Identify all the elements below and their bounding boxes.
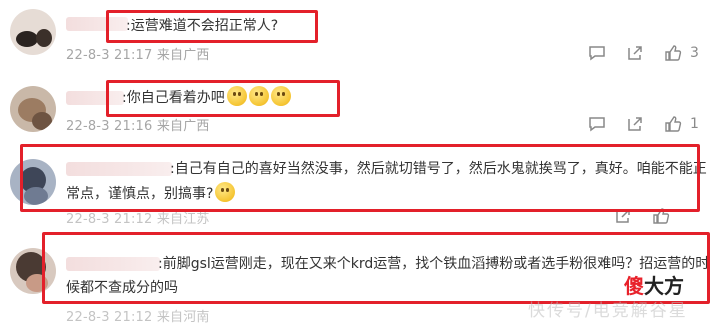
comment-1: :运营难道不会招正常人? 22-8-3 21:17 来自广西 3 (0, 0, 714, 72)
comment-2: :你自己看着办吧 22-8-3 21:16 来自广西 1 (0, 72, 714, 142)
comment-text-content: :你自己看着办吧 (122, 90, 225, 106)
username[interactable] (66, 91, 124, 105)
comment-text: :你自己看着办吧 (122, 86, 291, 110)
comment-date: 22-8-3 21:16 (66, 119, 153, 134)
smile-emoji-icon (226, 86, 247, 106)
avatar[interactable] (10, 248, 56, 294)
comment-actions: 3 (572, 43, 700, 63)
share-icon[interactable] (622, 43, 648, 63)
username[interactable] (66, 17, 128, 31)
chat-icon[interactable] (584, 114, 610, 134)
logo-part-2: 大方 (644, 274, 684, 298)
shy-emoji-icon (215, 182, 236, 202)
comment-text-content: 常点，谨慎点，别搞事? (66, 186, 214, 202)
comment-meta: 22-8-3 21:12 来自河南 (66, 306, 210, 324)
comment-3: :自己有自己的喜好当然没事，然后就切错号了，然后水鬼就挨骂了，真好。咱能不能正 … (0, 142, 714, 227)
smile-emoji-icon (270, 86, 291, 106)
avatar[interactable] (10, 86, 56, 132)
site-logo: 傻大方 (624, 270, 684, 299)
comment-text: :自己有自己的喜好当然没事，然后就切错号了，然后水鬼就挨骂了，真好。咱能不能正 (170, 161, 707, 177)
share-icon[interactable] (622, 114, 648, 134)
chat-icon[interactable] (584, 43, 610, 63)
username[interactable] (66, 162, 172, 176)
thumbs-up-icon[interactable] (648, 206, 674, 226)
comment-source: 来自河南 (156, 310, 210, 324)
watermark: 快传号/电竞解谷星 (528, 301, 688, 321)
comment-meta: 22-8-3 21:12 来自江苏 (66, 208, 210, 227)
comment-source: 来自广西 (156, 48, 210, 63)
comment-actions (598, 206, 674, 226)
comment-text: :运营难道不会招正常人? (126, 18, 279, 34)
logo-part-1: 傻 (624, 274, 644, 298)
comment-source: 来自江苏 (156, 212, 210, 227)
comment-date: 22-8-3 21:12 (66, 212, 153, 227)
comment-source: 来自广西 (156, 119, 210, 134)
like-count: 1 (690, 116, 699, 132)
thumbs-up-icon[interactable] (660, 114, 686, 134)
thumbs-up-icon[interactable] (660, 43, 686, 63)
like-count: 3 (690, 45, 699, 61)
comment-text: 常点，谨慎点，别搞事? (66, 182, 236, 206)
comment-text: 候都不查成分的吗 (66, 280, 178, 296)
share-icon[interactable] (610, 206, 636, 226)
avatar[interactable] (10, 159, 56, 205)
comment-actions: 1 (572, 114, 700, 134)
username[interactable] (66, 257, 160, 271)
comment-meta: 22-8-3 21:16 来自广西 (66, 115, 210, 134)
comment-meta: 22-8-3 21:17 来自广西 (66, 44, 210, 63)
comment-date: 22-8-3 21:12 (66, 310, 153, 324)
comment-date: 22-8-3 21:17 (66, 48, 153, 63)
avatar[interactable] (10, 9, 56, 55)
smile-emoji-icon (248, 86, 269, 106)
